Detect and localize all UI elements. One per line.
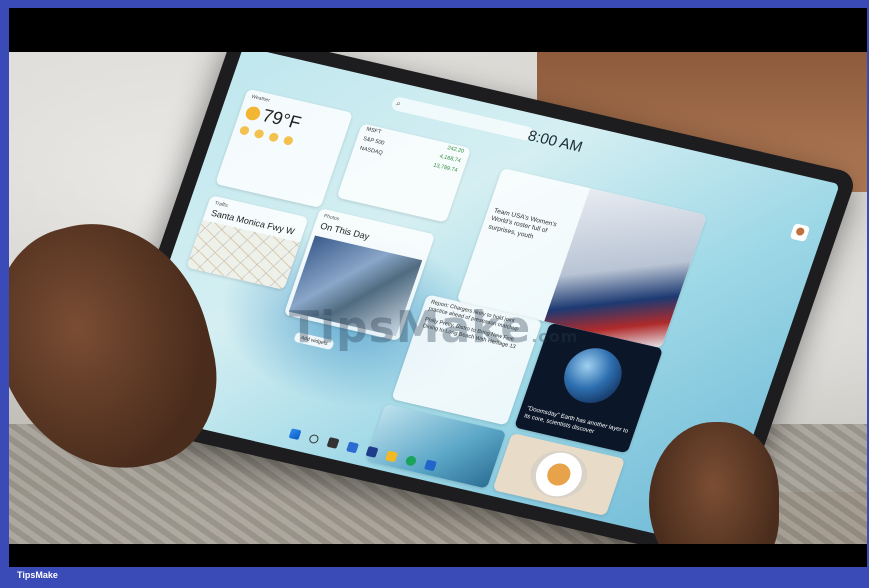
sun-icon — [267, 131, 280, 143]
store-icon[interactable] — [423, 459, 437, 472]
stocks-widget[interactable]: MSFT 242.20 S&P 500 4,168.74 NASDAQ 13,7… — [336, 123, 472, 223]
search-icon: ⌕ — [394, 98, 403, 109]
edge-icon[interactable] — [403, 454, 418, 467]
stock-name: NASDAQ — [358, 145, 384, 157]
search-icon[interactable] — [307, 433, 320, 444]
sun-icon — [253, 128, 265, 140]
file-explorer-icon[interactable] — [384, 450, 398, 463]
hockey-photo — [544, 188, 708, 349]
news-headline: Team USA's Women's World's roster full o… — [487, 207, 558, 241]
video-frame: ⌕ 8:00 AM Weather 79°F MSFT 242.20 S&P 5… — [9, 8, 867, 567]
clock: 8:00 AM — [525, 127, 585, 156]
stock-value: 13,789.74 — [432, 162, 459, 174]
widgets-icon[interactable] — [345, 441, 359, 454]
page-frame: ⌕ 8:00 AM Weather 79°F MSFT 242.20 S&P 5… — [0, 0, 869, 588]
sun-icon — [243, 105, 262, 122]
chat-icon[interactable] — [365, 445, 379, 458]
sun-icon — [282, 135, 295, 146]
profile-button[interactable] — [789, 223, 811, 242]
task-view-icon[interactable] — [326, 436, 340, 449]
photo-scene: ⌕ 8:00 AM Weather 79°F MSFT 242.20 S&P 5… — [9, 52, 867, 544]
earth-image — [556, 342, 630, 409]
brand-label: TipsMake — [17, 570, 58, 580]
sun-icon — [238, 125, 251, 136]
avatar — [795, 226, 806, 237]
weather-widget[interactable]: Weather 79°F — [215, 88, 354, 209]
windows-start-icon[interactable] — [288, 428, 302, 440]
plate-image — [523, 445, 594, 504]
